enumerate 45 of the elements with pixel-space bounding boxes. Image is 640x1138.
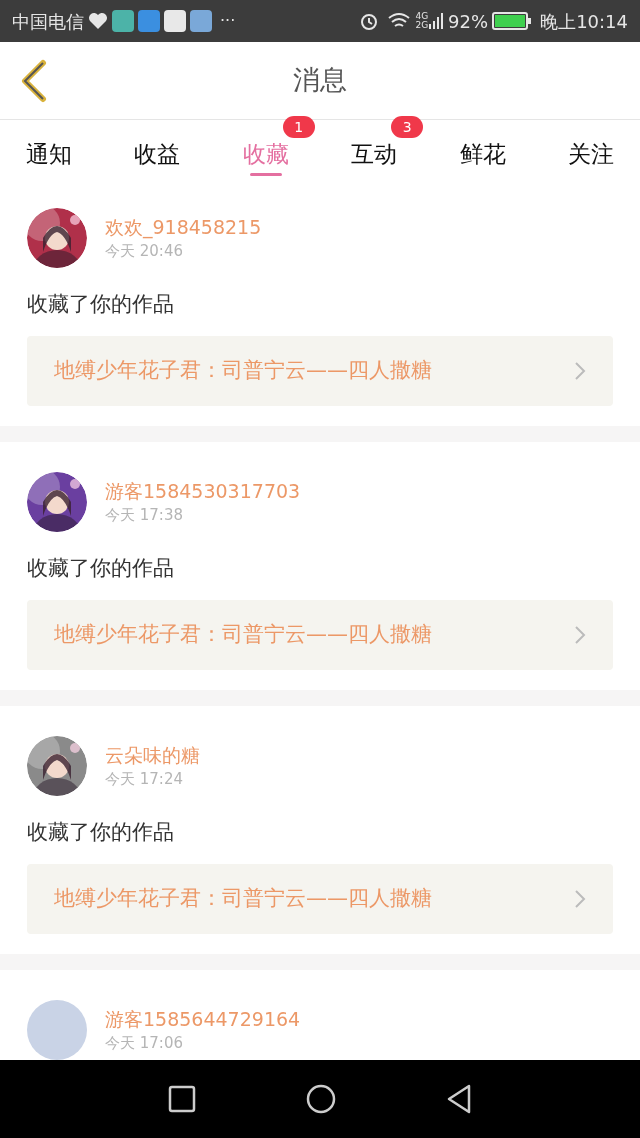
network-type: 2G bbox=[415, 21, 429, 30]
chevron-right-icon bbox=[574, 889, 586, 909]
tab[interactable]: 鲜花 bbox=[447, 140, 518, 178]
tab[interactable]: 通知 bbox=[14, 140, 84, 178]
tab[interactable]: 收益 bbox=[122, 140, 193, 178]
home-icon[interactable] bbox=[306, 1084, 336, 1114]
tab[interactable]: 关注 bbox=[555, 140, 626, 178]
app-icon bbox=[112, 10, 134, 32]
user-name[interactable]: 云朵味的糖 bbox=[105, 742, 200, 768]
more-notifications: ··· bbox=[220, 10, 236, 32]
user-name[interactable]: 游客1585644729164 bbox=[105, 1006, 301, 1032]
page-title: 消息 bbox=[293, 63, 347, 98]
app-icon bbox=[164, 10, 186, 32]
message-text: 收藏了你的作品 bbox=[27, 819, 175, 846]
message-time: 今天 20:46 bbox=[105, 241, 184, 262]
signal-icon bbox=[428, 12, 445, 30]
message-text: 收藏了你的作品 bbox=[27, 555, 175, 582]
chevron-right-icon bbox=[574, 361, 586, 381]
app-icon bbox=[190, 10, 212, 32]
chevron-right-icon bbox=[574, 625, 586, 645]
tab[interactable]: 收藏 bbox=[230, 140, 301, 178]
recent-apps-icon[interactable] bbox=[168, 1085, 196, 1113]
clock: 晚上10:14 bbox=[540, 9, 628, 34]
tab[interactable]: 互动 bbox=[339, 140, 410, 178]
work-link[interactable]: 地缚少年花子君：司普宁云——四人撒糖 bbox=[27, 864, 613, 934]
alarm-icon bbox=[359, 11, 380, 31]
user-name[interactable]: 游客1584530317703 bbox=[105, 478, 301, 504]
battery-icon bbox=[492, 11, 533, 31]
unread-badge: 1 bbox=[282, 116, 315, 138]
message-time: 今天 17:06 bbox=[105, 1033, 184, 1054]
work-link[interactable]: 地缚少年花子君：司普宁云——四人撒糖 bbox=[27, 600, 613, 670]
user-name[interactable]: 欢欢_918458215 bbox=[105, 214, 262, 240]
unread-badge: 3 bbox=[391, 116, 424, 138]
message-time: 今天 17:38 bbox=[105, 505, 184, 526]
work-link[interactable]: 地缚少年花子君：司普宁云——四人撒糖 bbox=[27, 336, 613, 406]
heart-icon bbox=[88, 12, 108, 30]
battery-percent: 92% bbox=[448, 9, 489, 34]
back-icon[interactable] bbox=[446, 1084, 472, 1114]
back-icon bbox=[19, 59, 49, 103]
message-time: 今天 17:24 bbox=[105, 769, 184, 790]
network-type: 4G bbox=[415, 12, 429, 21]
app-icon bbox=[138, 10, 160, 32]
carrier-label: 中国电信 bbox=[12, 9, 84, 34]
message-text: 收藏了你的作品 bbox=[27, 291, 175, 318]
wifi-icon bbox=[387, 12, 412, 30]
